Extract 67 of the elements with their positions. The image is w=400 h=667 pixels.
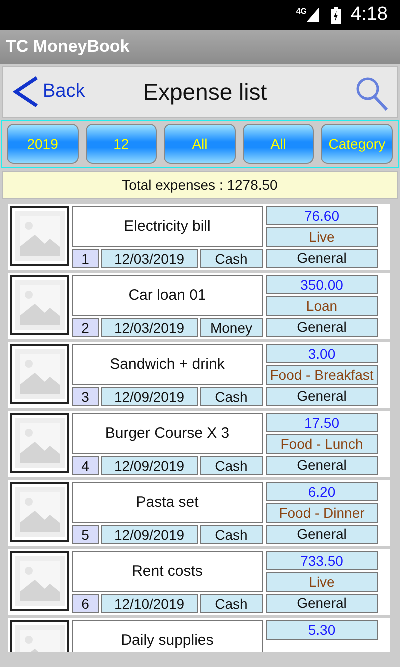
expense-title: Rent costs bbox=[72, 551, 263, 592]
date-cell: 12/09/2019 bbox=[101, 525, 198, 544]
image-placeholder-icon bbox=[10, 206, 69, 266]
group-cell: General bbox=[266, 456, 378, 475]
category-cell: Live bbox=[266, 227, 378, 247]
row-number: 4 bbox=[72, 456, 99, 475]
payment-cell: Cash bbox=[200, 387, 263, 406]
expense-title: Electricity bill bbox=[72, 206, 263, 247]
category-cell: Loan bbox=[266, 296, 378, 316]
date-cell: 12/09/2019 bbox=[101, 456, 198, 475]
payment-cell: Cash bbox=[200, 525, 263, 544]
group-cell: General bbox=[266, 386, 378, 406]
amount-cell: 76.60 bbox=[266, 206, 378, 226]
date-cell: 12/10/2019 bbox=[101, 594, 198, 613]
search-icon[interactable] bbox=[354, 76, 389, 112]
category-cell: Food - Breakfast bbox=[266, 365, 378, 385]
group-cell: General bbox=[266, 248, 378, 268]
payment-cell: Cash bbox=[200, 594, 263, 613]
row-number: 5 bbox=[72, 525, 99, 544]
signal-icon bbox=[307, 8, 320, 22]
payment-cell: Money bbox=[200, 318, 263, 337]
expense-title: Pasta set bbox=[72, 482, 263, 523]
image-placeholder-icon bbox=[10, 344, 69, 404]
image-placeholder-icon bbox=[10, 275, 69, 335]
date-cell: 12/09/2019 bbox=[101, 387, 198, 406]
group-cell: General bbox=[266, 524, 378, 544]
category-cell: Food - Dinner bbox=[266, 503, 378, 523]
category-cell: Food - Lunch bbox=[266, 434, 378, 454]
image-placeholder-icon bbox=[10, 413, 69, 473]
expense-row[interactable]: Burger Course X 3 4 12/09/2019 Cash 17.50 Food - Lunch General bbox=[8, 411, 390, 477]
amount-cell: 6.20 bbox=[266, 482, 378, 502]
expense-row[interactable]: Car loan 01 2 12/03/2019 Money 350.00 Loan General bbox=[8, 273, 390, 339]
payment-cell: Cash bbox=[200, 249, 263, 268]
chevron-left-icon bbox=[13, 76, 39, 108]
group-cell: General bbox=[266, 318, 378, 337]
image-placeholder-icon bbox=[10, 551, 69, 611]
category-cell: Live bbox=[266, 572, 378, 592]
expense-row[interactable]: Electricity bill 1 12/03/2019 Cash 76.60 Live General bbox=[8, 204, 390, 270]
expense-row[interactable]: Pasta set 5 12/09/2019 Cash 6.20 Food - Dinner General bbox=[8, 480, 390, 546]
date-cell: 12/03/2019 bbox=[101, 249, 198, 268]
expense-row[interactable]: Daily supplies 5.30 bbox=[8, 618, 390, 652]
amount-cell: 5.30 bbox=[266, 620, 378, 640]
row-number: 2 bbox=[72, 318, 99, 337]
amount-cell: 733.50 bbox=[266, 551, 378, 570]
page-title: Expense list bbox=[143, 78, 268, 106]
amount-cell: 350.00 bbox=[266, 275, 378, 294]
app-title: TC MoneyBook bbox=[6, 37, 130, 57]
date-cell: 12/03/2019 bbox=[101, 318, 198, 337]
image-placeholder-icon bbox=[10, 482, 69, 542]
group-cell: General bbox=[266, 594, 378, 613]
amount-cell: 17.50 bbox=[266, 413, 378, 432]
expense-row[interactable]: Rent costs 6 12/10/2019 Cash 733.50 Live General bbox=[8, 549, 390, 615]
row-number: 1 bbox=[72, 249, 99, 268]
payment-cell: Cash bbox=[200, 456, 263, 475]
battery-icon bbox=[331, 6, 342, 24]
back-button[interactable]: Back bbox=[13, 76, 86, 108]
clock-time: 4:18 bbox=[351, 4, 388, 26]
amount-cell: 3.00 bbox=[266, 344, 378, 364]
total-expenses: Total expenses : 1278.50 bbox=[2, 171, 398, 199]
expense-title: Burger Course X 3 bbox=[72, 413, 263, 454]
expense-row[interactable]: Sandwich + drink 3 12/09/2019 Cash 3.00 Food - Breakfast General bbox=[8, 342, 390, 408]
network-label: 4G bbox=[296, 7, 308, 16]
expense-title: Car loan 01 bbox=[72, 275, 263, 316]
expense-title: Sandwich + drink bbox=[72, 344, 263, 385]
row-number: 3 bbox=[72, 387, 99, 406]
expense-title: Daily supplies bbox=[72, 620, 263, 652]
row-number: 6 bbox=[72, 594, 99, 613]
